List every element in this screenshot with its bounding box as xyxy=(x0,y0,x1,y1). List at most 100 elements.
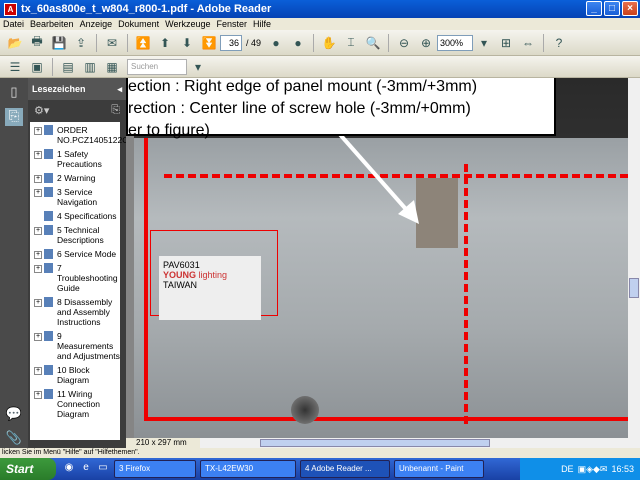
fit-width-icon[interactable]: ⇔ xyxy=(519,34,537,52)
collapse-panel-icon[interactable]: ◂ xyxy=(117,84,122,95)
expand-icon[interactable]: + xyxy=(34,227,42,235)
label-brand2: lighting xyxy=(198,270,228,280)
select-tool-icon[interactable]: ⌶ xyxy=(342,34,360,52)
expand-icon[interactable]: + xyxy=(34,265,42,273)
tool-a-icon[interactable]: ☰ xyxy=(6,58,24,76)
search-dropdown-icon[interactable]: ▾ xyxy=(189,58,207,76)
bookmark-item[interactable]: +2 Warning xyxy=(30,172,120,186)
menu-fenster[interactable]: Fenster xyxy=(213,19,250,29)
last-page-icon[interactable]: ⏬ xyxy=(200,34,218,52)
menu-datei[interactable]: Datei xyxy=(0,19,27,29)
bookmarks-panel-icon[interactable]: ⎘ xyxy=(5,108,23,126)
hand-tool-icon[interactable]: ✋ xyxy=(320,34,338,52)
expand-icon[interactable]: + xyxy=(34,151,42,159)
share-icon[interactable]: ⇪ xyxy=(72,34,90,52)
zoom-tool-icon[interactable]: 🔍 xyxy=(364,34,382,52)
menu-werkzeuge[interactable]: Werkzeuge xyxy=(162,19,213,29)
bookmark-item[interactable]: +3 Service Navigation xyxy=(30,186,120,210)
tool-c-icon[interactable]: ▤ xyxy=(59,58,77,76)
bookmark-item[interactable]: +5 Technical Descriptions xyxy=(30,224,120,248)
help-icon[interactable]: ? xyxy=(550,34,568,52)
bookmark-label: 9 Measurements and Adjustments xyxy=(57,331,120,361)
expand-icon[interactable]: + xyxy=(34,367,42,375)
bookmark-item[interactable]: +7 Troubleshooting Guide xyxy=(30,262,120,296)
tool-e-icon[interactable]: ▦ xyxy=(103,58,121,76)
bookmark-item[interactable]: + ORDER NO.PCZ1405122CE xyxy=(30,124,134,148)
hscroll-thumb[interactable] xyxy=(260,439,490,447)
page-total: / 49 xyxy=(246,37,262,48)
tool-b-icon[interactable]: ▣ xyxy=(28,58,46,76)
start-button[interactable]: Start xyxy=(0,458,56,480)
bookmark-label: 10 Block Diagram xyxy=(57,365,90,385)
attachments-panel-icon[interactable]: 📎 xyxy=(5,430,23,448)
fit-page-icon[interactable]: ⊞ xyxy=(497,34,515,52)
stop-icon[interactable]: ● xyxy=(289,34,307,52)
first-page-icon[interactable]: ⏫ xyxy=(134,34,152,52)
expand-icon[interactable]: + xyxy=(34,391,42,399)
zoom-dropdown-icon[interactable]: ▾ xyxy=(475,34,493,52)
close-button[interactable]: × xyxy=(622,1,638,16)
minimize-button[interactable]: _ xyxy=(586,1,602,16)
document-area[interactable]: PAV6031 YOUNG lighting TAIWAN ection : R… xyxy=(126,78,628,438)
comments-panel-icon[interactable]: 💬 xyxy=(5,406,23,424)
new-bookmark-icon[interactable]: ⎘ xyxy=(111,104,120,117)
page-number-input[interactable]: 36 xyxy=(220,34,242,51)
bookmark-page-icon xyxy=(44,389,53,399)
firefox-quicklaunch-icon[interactable]: ◉ xyxy=(62,462,76,476)
bookmark-label: 11 Wiring Connection Diagram xyxy=(57,389,101,419)
desktop-quicklaunch-icon[interactable]: ▭ xyxy=(96,462,110,476)
adobe-reader-icon: A xyxy=(4,2,17,16)
expand-icon[interactable]: + xyxy=(34,299,42,307)
maximize-button[interactable]: □ xyxy=(604,1,620,16)
bookmark-item[interactable]: 4 Specifications xyxy=(30,210,120,224)
menu-bearbeiten[interactable]: Bearbeiten xyxy=(27,19,77,29)
bookmark-item[interactable]: +11 Wiring Connection Diagram xyxy=(30,388,120,422)
print-icon[interactable]: 🖶 xyxy=(28,34,46,52)
language-indicator[interactable]: DE xyxy=(561,464,574,474)
tool-d-icon[interactable]: ▥ xyxy=(81,58,99,76)
title-bar: A tx_60as800e_t_w804_r800-1.pdf - Adobe … xyxy=(0,0,640,18)
bookmark-page-icon xyxy=(44,331,53,341)
screw xyxy=(291,396,319,424)
bookmark-page-icon xyxy=(44,365,53,375)
callout-line-1: ection : Right edge of panel mount (-3mm… xyxy=(128,78,478,95)
tray-icons[interactable]: ▣◈◆✉ xyxy=(578,464,608,475)
search-input[interactable]: Suchen xyxy=(127,58,187,75)
attach-icon[interactable]: ✉ xyxy=(103,34,121,52)
menu-anzeige[interactable]: Anzeige xyxy=(77,19,116,29)
horizontal-scrollbar[interactable] xyxy=(200,438,628,448)
options-icon[interactable]: ⚙▾ xyxy=(34,104,49,117)
bookmark-item[interactable]: +10 Block Diagram xyxy=(30,364,120,388)
open-folder-icon[interactable]: 📂 xyxy=(6,34,24,52)
zoom-in-icon[interactable]: ⊕ xyxy=(417,34,435,52)
task-paint[interactable]: Unbenannt - Paint xyxy=(394,460,484,478)
save-icon[interactable]: 💾 xyxy=(50,34,68,52)
zoom-out-icon[interactable]: ⊖ xyxy=(395,34,413,52)
prev-page-icon[interactable]: ⬆ xyxy=(156,34,174,52)
task-firefox[interactable]: 3 Firefox xyxy=(114,460,196,478)
vscroll-thumb[interactable] xyxy=(629,278,639,298)
play-icon[interactable]: ● xyxy=(267,34,285,52)
menu-hilfe[interactable]: Hilfe xyxy=(250,19,274,29)
bookmark-item[interactable]: +6 Service Mode xyxy=(30,248,120,262)
bookmarks-panel: Lesezeichen ◂ ⚙▾ ⎘ + ORDER NO.PCZ1405122C… xyxy=(28,78,134,448)
bookmarks-header: Lesezeichen ◂ xyxy=(28,78,126,100)
pages-panel-icon[interactable]: ▯ xyxy=(5,84,23,102)
bookmark-item[interactable]: +9 Measurements and Adjustments xyxy=(30,330,120,364)
expand-icon[interactable]: + xyxy=(34,127,42,135)
clock: 16:53 xyxy=(611,464,634,474)
next-page-icon[interactable]: ⬇ xyxy=(178,34,196,52)
bookmark-label: 1 Safety Precautions xyxy=(57,149,102,169)
task-tx-l42ew30[interactable]: TX-L42EW30 xyxy=(200,460,296,478)
bookmark-item[interactable]: +8 Disassembly and Assembly Instructions xyxy=(30,296,120,330)
menu-dokument[interactable]: Dokument xyxy=(115,19,162,29)
task-adobe-reader[interactable]: 4 Adobe Reader ... xyxy=(300,460,390,478)
zoom-input[interactable]: 300% xyxy=(437,34,474,51)
vertical-scrollbar[interactable] xyxy=(628,78,640,448)
ie-quicklaunch-icon[interactable]: e xyxy=(79,462,93,476)
expand-icon[interactable]: + xyxy=(34,175,42,183)
bookmark-item[interactable]: +1 Safety Precautions xyxy=(30,148,120,172)
expand-icon[interactable]: + xyxy=(34,333,42,341)
expand-icon[interactable]: + xyxy=(34,251,42,259)
expand-icon[interactable]: + xyxy=(34,189,42,197)
